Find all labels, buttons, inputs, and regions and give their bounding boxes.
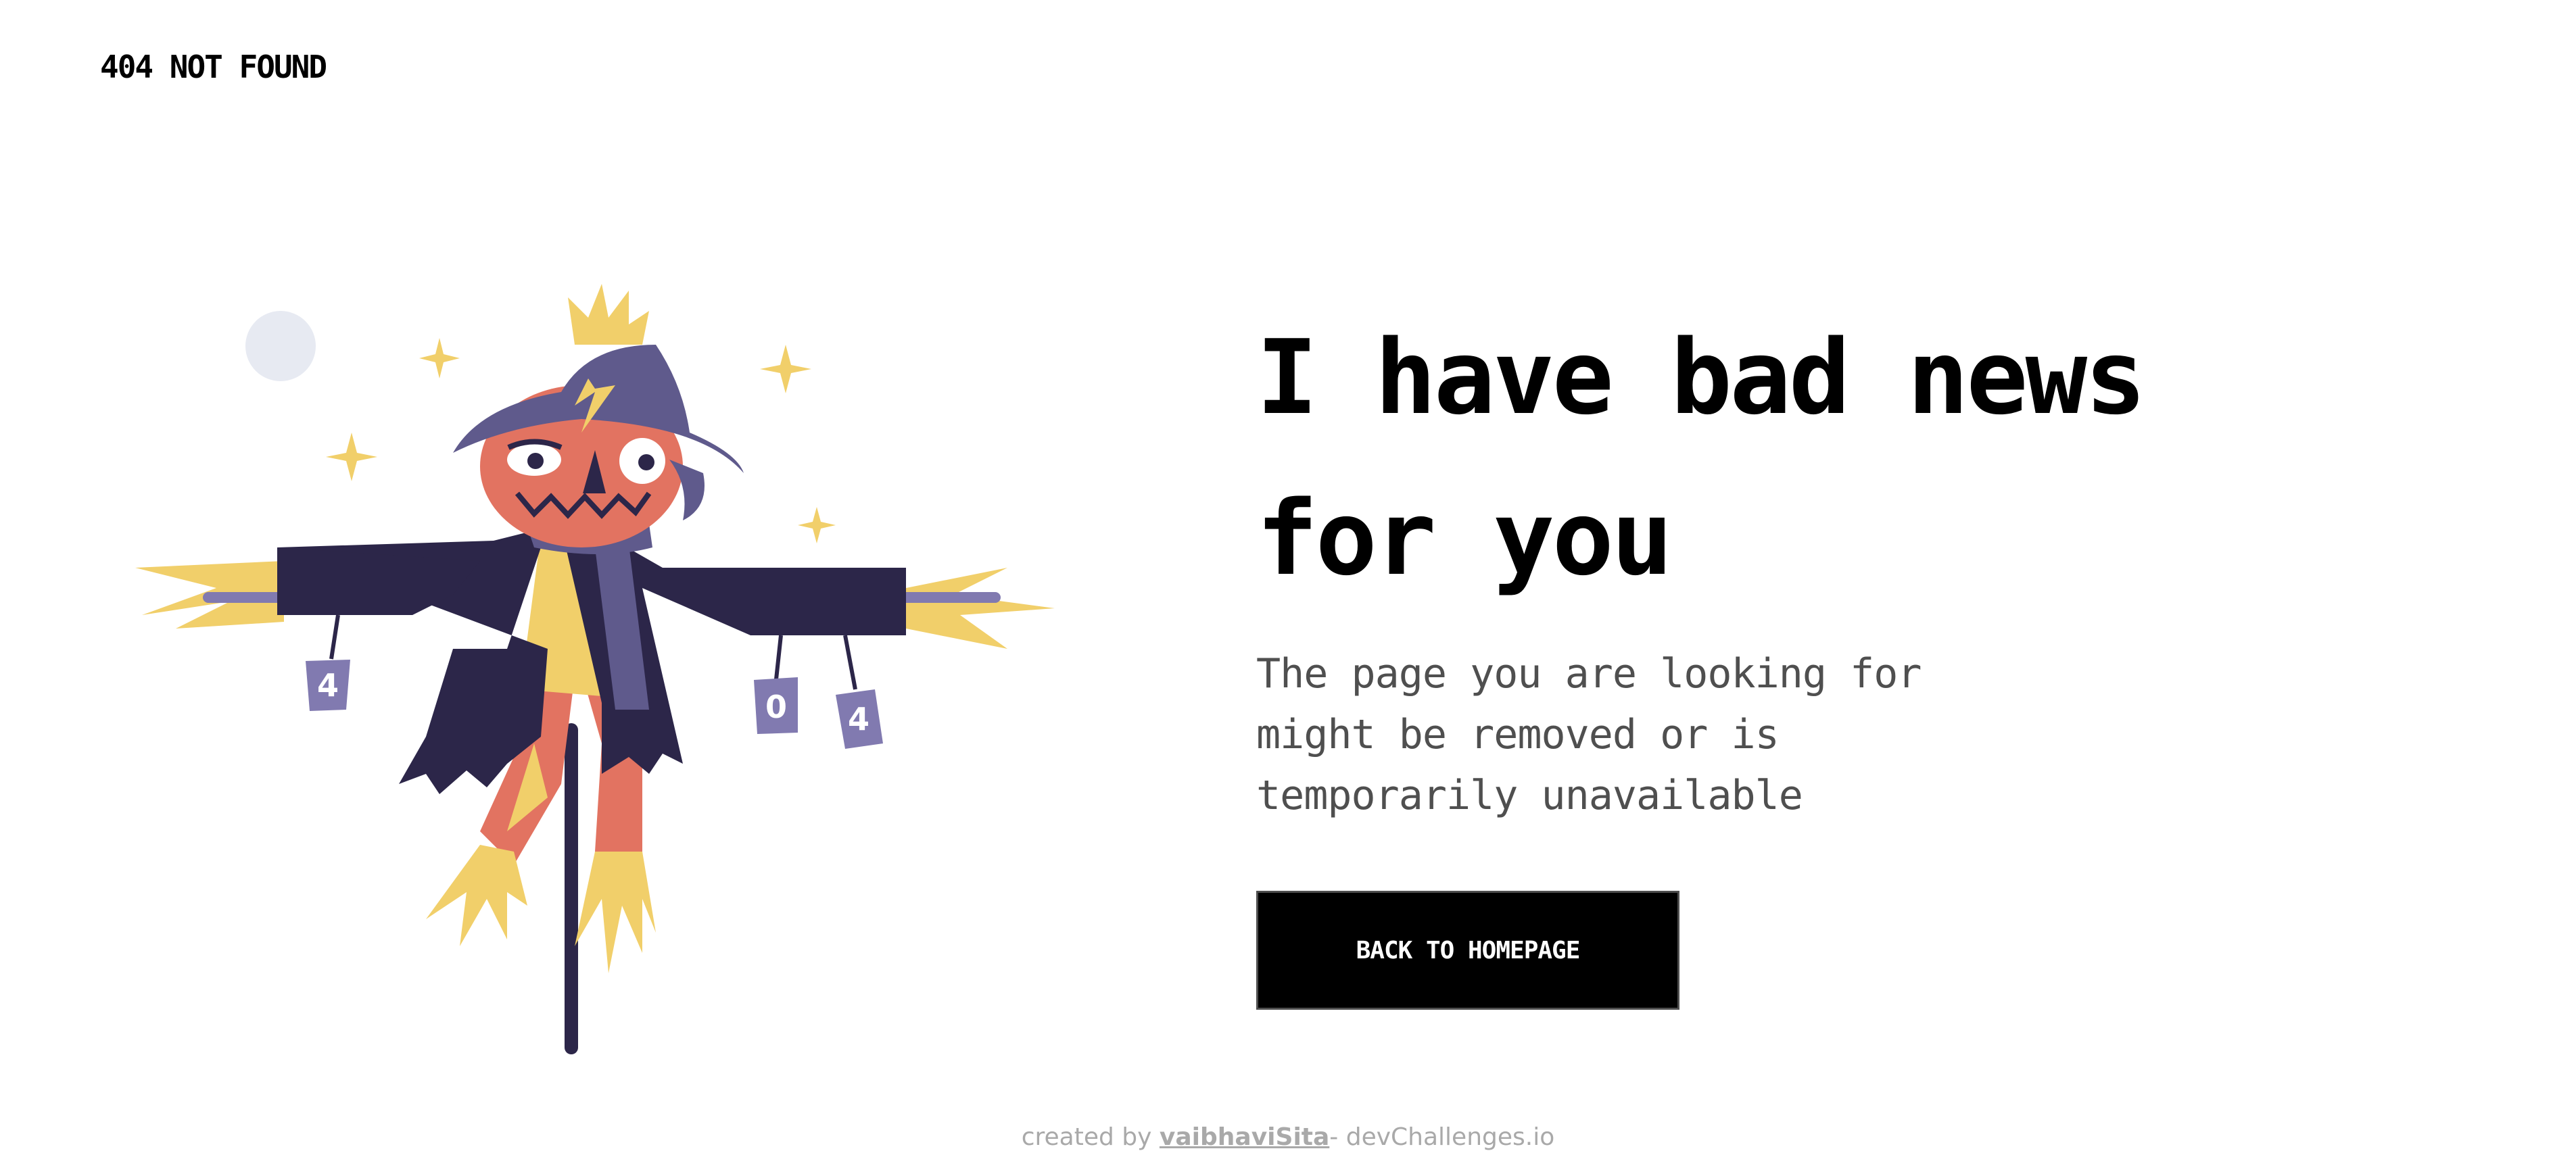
pole [565,723,578,1054]
can-right: 4 [836,635,883,749]
headline-line-1: I have bad news [1256,318,2147,437]
not-found-page: 404 NOT FOUND 4 0 4 I have bad news for … [0,0,2576,1176]
error-description: The page you are looking for might be re… [1256,650,1922,819]
can-middle: 0 [754,635,798,734]
footer: created by vaibhaviSita- devChallenges.i… [0,1123,2576,1151]
can-left: 4 [306,614,350,711]
can-right-label: 4 [848,701,869,737]
footer-suffix: - devChallenges.io [1329,1123,1555,1151]
can-middle-label: 0 [765,689,787,725]
headline: I have bad news for you [1256,297,2406,619]
can-left-label: 4 [317,667,339,704]
headline-line-2: for you [1256,479,1673,598]
site-title: 404 NOT FOUND [100,49,327,85]
back-to-homepage-button[interactable]: BACK TO HOMEPAGE [1256,891,1679,1010]
scarecrow-illustration: 4 0 4 [128,270,1075,1068]
moon-icon [245,311,316,381]
author-link[interactable]: vaibhaviSita [1160,1123,1329,1151]
error-content: I have bad news for you The page you are… [1256,297,2406,1010]
footer-prefix: created by [1021,1123,1152,1151]
